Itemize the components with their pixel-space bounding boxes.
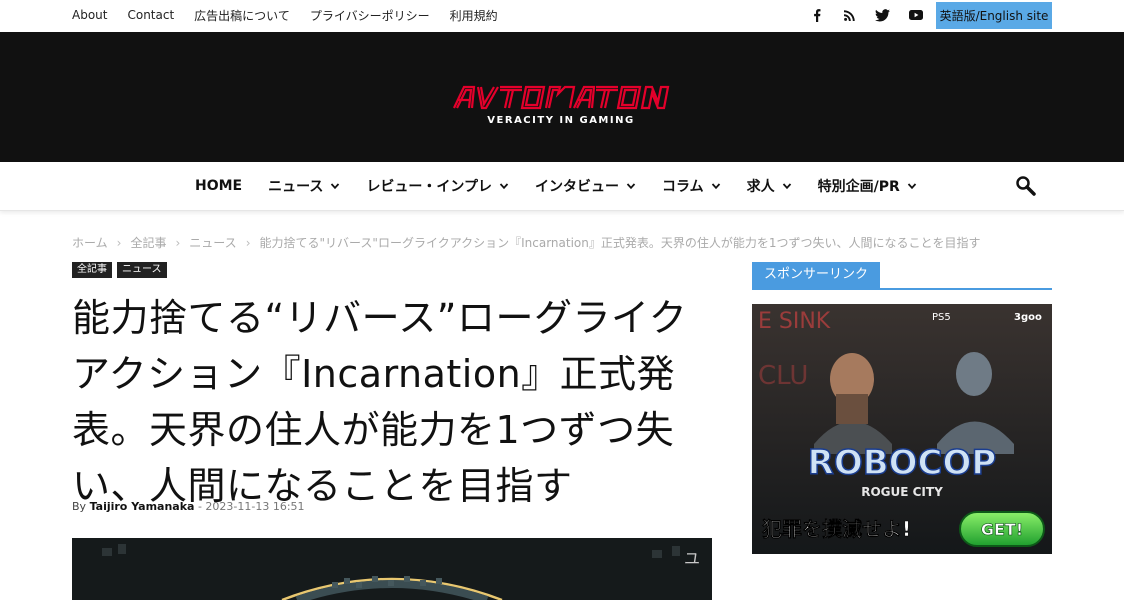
nav-item-reviews[interactable]: レビュー・インプレ <box>353 162 522 210</box>
chevron-down-icon <box>331 183 340 190</box>
top-link-terms[interactable]: 利用規約 <box>450 7 498 24</box>
nav-item-interviews[interactable]: インタビュー <box>522 162 649 210</box>
article-byline: By Taijiro Yamanaka - 2023-11-13 16:51 <box>72 500 305 513</box>
breadcrumb-home[interactable]: ホーム <box>72 234 108 251</box>
ad-game-subtitle: ROGUE CITY <box>861 485 943 499</box>
sponsor-heading: スポンサーリンク <box>752 262 1052 290</box>
nav-items: HOME ニュース レビュー・インプレ インタビュー コラム 求人 特別企画/P… <box>182 162 930 210</box>
top-link-privacy[interactable]: プライバシーポリシー <box>310 7 430 24</box>
top-link-about[interactable]: About <box>72 8 107 22</box>
chevron-down-icon <box>626 183 636 190</box>
robocop-ad-art: E SINK CLU PS5 3goo ROBOCOP ROGUE CITY 犯… <box>752 304 1052 554</box>
search-icon[interactable] <box>1015 175 1037 197</box>
category-tags: 全記事 ニュース <box>72 262 167 278</box>
chevron-down-icon <box>499 183 509 190</box>
ad-publisher: 3goo <box>1014 312 1042 323</box>
sponsor-heading-label: スポンサーリンク <box>752 262 881 288</box>
breadcrumb-all-articles[interactable]: 全記事 <box>130 234 166 251</box>
nav-item-label: インタビュー <box>535 179 620 195</box>
ad-game-title: ROBOCOP <box>808 443 997 483</box>
svg-text:CLU: CLU <box>758 361 808 391</box>
chevron-down-icon <box>711 183 720 190</box>
publish-date: 2023-11-13 16:51 <box>205 500 305 513</box>
svg-text:E SINK: E SINK <box>758 309 831 334</box>
main-nav: HOME ニュース レビュー・インプレ インタビュー コラム 求人 特別企画/P… <box>0 162 1124 211</box>
nav-item-label: レビュー・インプレ <box>366 179 493 195</box>
nav-item-special-pr[interactable]: 特別企画/PR <box>805 162 930 210</box>
site-header: VERACITY IN GAMING <box>0 32 1124 162</box>
nav-item-label: HOME <box>195 178 243 194</box>
social-links <box>800 0 932 30</box>
nav-item-label: ニュース <box>268 179 324 195</box>
breadcrumb-current: 能力捨てる"リバース"ローグライクアクション『Incarnation』正式発表。… <box>259 236 981 250</box>
nav-item-news[interactable]: ニュース <box>255 162 353 210</box>
chevron-right-icon: › <box>116 235 122 250</box>
breadcrumb-news[interactable]: ニュース <box>189 234 236 251</box>
nav-item-label: 求人 <box>746 179 775 195</box>
by-label: By <box>72 500 87 513</box>
breadcrumb: ホーム › 全記事 › ニュース › 能力捨てる"リバース"ローグライクアクショ… <box>72 234 981 251</box>
chevron-right-icon: › <box>175 235 181 250</box>
category-tag[interactable]: 全記事 <box>72 262 112 278</box>
category-tag[interactable]: ニュース <box>117 262 167 278</box>
rss-icon[interactable] <box>833 0 866 30</box>
ad-cta-label: GET! <box>981 520 1023 539</box>
ad-tagline: 犯罪を撲滅せよ! <box>761 517 911 541</box>
nav-item-label: コラム <box>662 179 704 195</box>
sidebar-ad-banner[interactable]: E SINK CLU PS5 3goo ROBOCOP ROGUE CITY 犯… <box>752 304 1052 554</box>
chevron-down-icon <box>907 183 916 190</box>
author-link[interactable]: Taijiro Yamanaka <box>90 500 195 513</box>
nav-item-columns[interactable]: コラム <box>649 162 734 210</box>
top-bar: About Contact 広告出稿について プライバシーポリシー 利用規約 英… <box>0 0 1124 32</box>
top-link-advertising[interactable]: 広告出稿について <box>194 7 290 24</box>
top-link-contact[interactable]: Contact <box>127 8 174 22</box>
nav-item-home[interactable]: HOME <box>182 162 255 210</box>
featured-image-art: ユ <box>72 538 712 600</box>
top-links: About Contact 広告出稿について プライバシーポリシー 利用規約 <box>72 0 498 30</box>
svg-text:ユ: ユ <box>684 549 700 568</box>
nav-item-jobs[interactable]: 求人 <box>734 162 805 210</box>
youtube-icon[interactable] <box>899 0 932 30</box>
article-title: 能力捨てる“リバース”ローグライクアクション『Incarnation』正式発表。… <box>72 296 688 508</box>
facebook-icon[interactable] <box>800 0 833 30</box>
twitter-icon[interactable] <box>866 0 899 30</box>
nav-item-label: 特別企画/PR <box>817 179 900 195</box>
ad-platform: PS5 <box>932 312 951 323</box>
chevron-right-icon: › <box>245 235 251 250</box>
featured-image[interactable]: ユ <box>72 538 712 600</box>
site-tagline: VERACITY IN GAMING <box>487 115 635 126</box>
english-site-button[interactable]: 英語版/English site <box>936 2 1052 29</box>
chevron-down-icon <box>782 183 791 190</box>
